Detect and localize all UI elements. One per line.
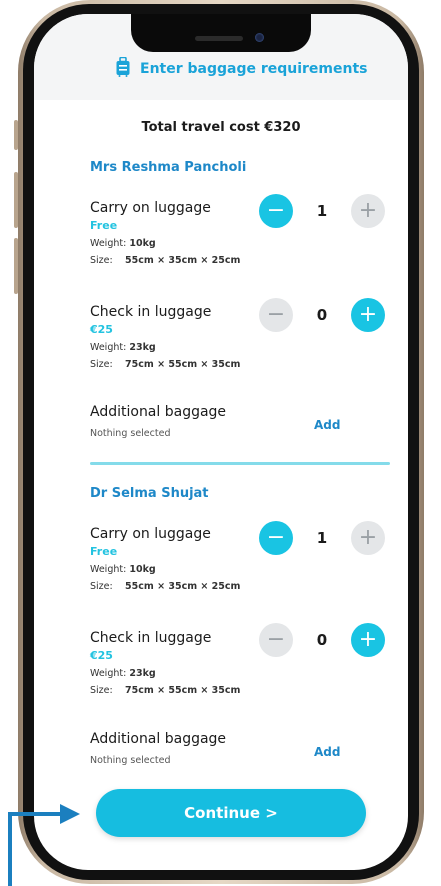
weight-label: Weight: [90,668,127,679]
item-size: Size: 55cm × 35cm × 25cm [90,581,390,592]
stage: Enter baggage requirements Total travel … [0,0,441,886]
size-label: Size: [90,359,113,370]
weight-label: Weight: [90,342,127,353]
size-value: 55cm × 35cm × 25cm [125,581,241,592]
size-value: 75cm × 55cm × 35cm [125,359,241,370]
quantity-value: 0 [316,306,328,324]
phone-volume-up [14,172,18,228]
decrement-button[interactable]: − [259,521,293,555]
annotation-arrow-shaft [8,814,12,886]
passenger-divider [90,462,390,465]
check-in-stepper: − 0 + [259,623,385,657]
phone-screen: Enter baggage requirements Total travel … [34,14,408,870]
item-weight: Weight: 10kg [90,564,390,575]
weight-value: 23kg [129,668,156,679]
weight-label: Weight: [90,564,127,575]
annotation-arrow-head [60,804,80,824]
phone-notch [131,14,311,52]
phone-volume-down [14,238,18,294]
size-value: 75cm × 55cm × 35cm [125,685,241,696]
carry-on-stepper: − 1 + [259,194,385,228]
size-label: Size: [90,685,113,696]
additional-baggage-status: Nothing selected [90,755,171,766]
decrement-button[interactable]: − [259,298,293,332]
carry-on-stepper: − 1 + [259,521,385,555]
continue-button[interactable]: Continue > [96,789,366,837]
additional-baggage-title: Additional baggage [90,404,227,420]
weight-value: 10kg [129,564,156,575]
item-size: Size: 75cm × 55cm × 35cm [90,359,390,370]
increment-button[interactable]: + [351,194,385,228]
phone-mute-switch [14,120,18,150]
quantity-value: 1 [316,202,328,220]
item-weight: Weight: 10kg [90,238,390,249]
size-label: Size: [90,581,113,592]
weight-value: 23kg [129,342,156,353]
check-in-stepper: − 0 + [259,298,385,332]
quantity-value: 1 [316,529,328,547]
passenger-name: Mrs Reshma Pancholi [90,160,247,175]
decrement-button[interactable]: − [259,194,293,228]
weight-value: 10kg [129,238,156,249]
additional-baggage-status: Nothing selected [90,428,171,439]
additional-baggage-row: Additional baggage Nothing selected [90,404,390,439]
passenger-name: Dr Selma Shujat [90,486,209,501]
baggage-content: Total travel cost €320 Mrs Reshma Pancho… [34,14,408,870]
additional-baggage-row: Additional baggage Nothing selected [90,731,390,766]
size-label: Size: [90,255,113,266]
additional-baggage-title: Additional baggage [90,731,227,747]
decrement-button[interactable]: − [259,623,293,657]
size-value: 55cm × 35cm × 25cm [125,255,241,266]
add-baggage-link[interactable]: Add [314,745,340,759]
increment-button[interactable]: + [351,298,385,332]
item-weight: Weight: 23kg [90,342,390,353]
annotation-arrow-line [8,812,64,816]
quantity-value: 0 [316,631,328,649]
weight-label: Weight: [90,238,127,249]
increment-button[interactable]: + [351,521,385,555]
add-baggage-link[interactable]: Add [314,418,340,432]
increment-button[interactable]: + [351,623,385,657]
front-camera [255,33,264,42]
speaker-grille [195,36,243,41]
item-size: Size: 55cm × 35cm × 25cm [90,255,390,266]
total-travel-cost: Total travel cost €320 [141,120,301,135]
item-size: Size: 75cm × 55cm × 35cm [90,685,390,696]
item-weight: Weight: 23kg [90,668,390,679]
